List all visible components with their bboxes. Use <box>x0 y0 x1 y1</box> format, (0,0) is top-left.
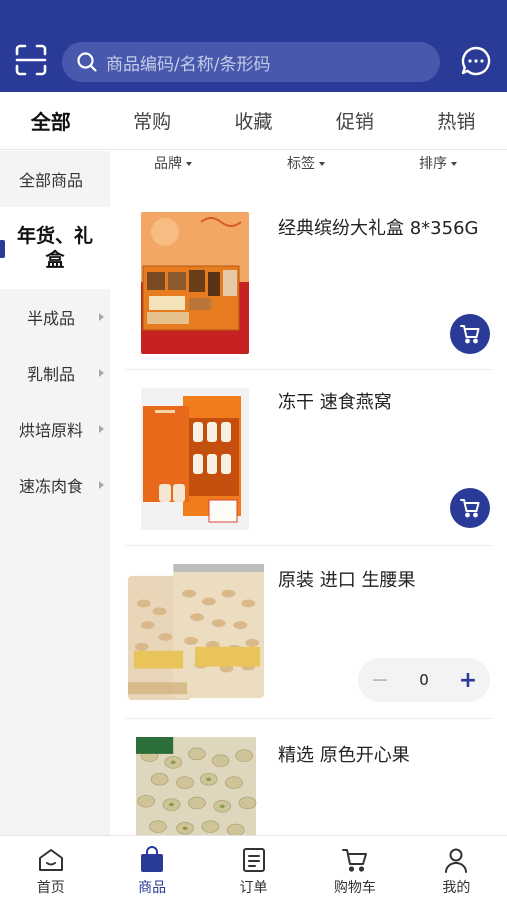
nav-label: 订单 <box>239 880 268 896</box>
nav-home[interactable]: 首页 <box>0 836 101 900</box>
product-name: 原装 进口 生腰果 <box>278 570 416 591</box>
tab-favorites[interactable]: 收藏 <box>203 92 304 149</box>
filter-bar: 品牌 标签 排序 <box>110 151 507 175</box>
cart-icon <box>460 325 480 344</box>
nav-label: 首页 <box>36 880 65 896</box>
nav-cart[interactable]: 购物车 <box>304 836 405 900</box>
category-sidebar: 全部商品 年货、礼盒 半成品 乳制品 烘培原料 速冻肉食 <box>0 151 110 835</box>
sidebar-item-gift-boxes[interactable]: 年货、礼盒 <box>0 207 110 289</box>
quantity-stepper: − 0 + <box>358 658 490 702</box>
nav-label: 商品 <box>138 880 167 896</box>
sidebar-item-label: 半成品 <box>26 309 75 328</box>
brand-filter[interactable]: 品牌 <box>154 153 192 173</box>
sidebar-item-dairy[interactable]: 乳制品 <box>0 345 110 401</box>
product-image <box>141 212 249 354</box>
product-name: 经典缤纷大礼盒 8*356G <box>278 218 479 239</box>
add-to-cart-button[interactable] <box>450 488 490 528</box>
tab-hot[interactable]: 热销 <box>406 92 507 149</box>
nav-products[interactable]: 商品 <box>101 836 202 900</box>
product-name: 冻干 速食燕窝 <box>278 392 392 413</box>
caret-down-icon <box>319 162 325 166</box>
chat-bubble-icon <box>461 46 491 76</box>
search-icon <box>77 52 97 72</box>
tab-frequent[interactable]: 常购 <box>101 92 202 149</box>
sort-filter[interactable]: 排序 <box>419 153 457 173</box>
sidebar-item-label: 乳制品 <box>26 365 75 384</box>
sidebar-item-semi-finished[interactable]: 半成品 <box>0 289 110 345</box>
user-icon <box>445 848 468 873</box>
product-image <box>126 564 266 704</box>
nav-label: 我的 <box>442 880 471 896</box>
product-item[interactable]: 经典缤纷大礼盒 8*356G <box>125 176 492 370</box>
brand-filter-label: 品牌 <box>154 156 182 172</box>
caret-down-icon <box>451 162 457 166</box>
sidebar-item-label: 年货、礼盒 <box>16 225 93 271</box>
increase-quantity-button[interactable]: + <box>446 668 490 693</box>
chevron-right-icon <box>99 481 104 489</box>
chevron-right-icon <box>99 425 104 433</box>
sidebar-item-label: 速冻肉食 <box>18 477 83 496</box>
order-icon <box>242 848 265 872</box>
decrease-quantity-button[interactable]: − <box>358 668 402 693</box>
app: 商品编码/名称/条形码 全部 常购 收藏 促销 热销 全部商品 年货、礼盒 半成… <box>0 0 507 900</box>
cart-icon <box>460 499 480 518</box>
scan-icon <box>15 44 47 76</box>
bottom-nav: 首页 商品 订单 购物车 我的 <box>0 835 507 900</box>
tag-filter-label: 标签 <box>287 156 315 172</box>
sidebar-item-label: 烘培原料 <box>18 421 83 440</box>
sidebar-item-frozen-meat[interactable]: 速冻肉食 <box>0 457 110 513</box>
nav-profile[interactable]: 我的 <box>406 836 507 900</box>
sidebar-item-label: 全部商品 <box>18 171 83 190</box>
sidebar-item-all-products[interactable]: 全部商品 <box>0 151 110 207</box>
tab-promotion[interactable]: 促销 <box>304 92 405 149</box>
tag-filter[interactable]: 标签 <box>287 153 325 173</box>
chevron-right-icon <box>99 369 104 377</box>
chevron-right-icon <box>99 313 104 321</box>
product-image <box>141 388 249 530</box>
cart-icon <box>341 849 367 872</box>
active-indicator <box>0 240 5 258</box>
sidebar-item-baking[interactable]: 烘培原料 <box>0 401 110 457</box>
home-icon <box>38 849 63 871</box>
add-to-cart-button[interactable] <box>450 314 490 354</box>
product-image <box>136 737 257 835</box>
product-list: 经典缤纷大礼盒 8*356G 冻干 速食燕窝 原装 进口 生腰果 − 0 + 精… <box>110 176 507 835</box>
category-tabs: 全部 常购 收藏 促销 热销 <box>0 92 507 150</box>
message-button[interactable] <box>460 45 492 77</box>
tab-all[interactable]: 全部 <box>0 92 101 149</box>
header: 商品编码/名称/条形码 <box>0 0 507 92</box>
caret-down-icon <box>186 162 192 166</box>
product-name: 精选 原色开心果 <box>278 745 410 766</box>
quantity-value[interactable]: 0 <box>402 671 446 689</box>
product-item[interactable]: 冻干 速食燕窝 <box>125 370 492 546</box>
bag-icon <box>141 846 164 872</box>
product-item[interactable]: 精选 原色开心果 <box>125 719 492 835</box>
nav-label: 购物车 <box>333 880 376 896</box>
search-input[interactable]: 商品编码/名称/条形码 <box>62 42 440 82</box>
nav-orders[interactable]: 订单 <box>203 836 304 900</box>
search-placeholder: 商品编码/名称/条形码 <box>106 54 271 75</box>
scan-button[interactable] <box>14 43 48 77</box>
product-item[interactable]: 原装 进口 生腰果 − 0 + <box>125 546 492 719</box>
sort-filter-label: 排序 <box>419 156 447 172</box>
